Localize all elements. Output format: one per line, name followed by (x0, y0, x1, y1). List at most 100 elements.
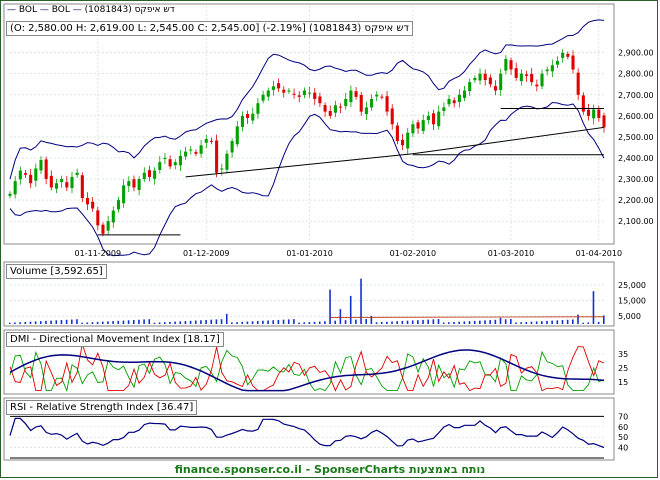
volume-bar (241, 321, 244, 324)
volume-bar (535, 321, 538, 324)
volume-bar (210, 319, 213, 324)
volume-bar (153, 322, 156, 324)
volume-bar (324, 321, 326, 324)
volume-bar (479, 320, 481, 324)
candle-body (142, 172, 146, 180)
volume-bar (587, 322, 590, 324)
volume-bar (515, 322, 517, 324)
candle-body (271, 86, 275, 90)
volume-bar (251, 321, 254, 324)
volume-bar (556, 320, 559, 324)
candle-body (18, 170, 22, 180)
volume-bar (489, 320, 491, 324)
volume-bar (520, 322, 522, 324)
candle-body (85, 197, 90, 205)
candle-body (395, 125, 399, 142)
candle-body (452, 100, 456, 104)
price-tick-label: 2,900.00 (618, 49, 654, 58)
candle-body (375, 94, 379, 97)
candle-body (483, 73, 487, 81)
date-tick-label: 01-11-2009 (75, 249, 122, 258)
volume-bar (45, 320, 47, 324)
volume-bar (355, 319, 357, 324)
legend-price: — (72, 5, 82, 15)
candle-body (447, 98, 451, 105)
volume-bar (9, 322, 11, 324)
volume-bar (386, 321, 388, 324)
candle-body (29, 174, 33, 184)
volume-bar (473, 320, 476, 324)
volume-tick-label: 15,000 (618, 297, 646, 306)
volume-bar (546, 320, 548, 324)
candle-body (457, 94, 461, 102)
candle-body (116, 200, 121, 210)
dmi-tick-label: 15 (618, 378, 628, 387)
volume-bar (132, 320, 135, 324)
volume-bar (194, 320, 197, 324)
volume-bar (458, 321, 460, 324)
candle-body (468, 82, 472, 92)
footer-credit: finance.sponser.co.il - SponserCharts נו… (174, 463, 486, 476)
candle-body (277, 83, 281, 89)
rsi-tick-label: 60 (618, 423, 628, 432)
legend-item-symbol: (1081843) דש איפקס (84, 5, 175, 15)
volume-bar (163, 322, 166, 324)
legend-band-lower: — (39, 5, 49, 15)
volume-bar (86, 322, 89, 324)
date-tick-label: 01-01-2010 (286, 249, 333, 258)
candle-body (225, 153, 229, 170)
volume-bar (468, 321, 471, 324)
volume-bar (525, 321, 528, 324)
date-tick-label: 01-12-2009 (183, 249, 230, 258)
volume-bar (504, 319, 507, 324)
candle-body (194, 152, 198, 154)
volume-bar (189, 320, 192, 324)
candle-body (432, 113, 436, 125)
volume-bar (200, 320, 202, 324)
rsi-label: RSI - Relative Strength Index [36.47] (6, 400, 198, 415)
candle-body (8, 193, 12, 196)
volume-bar (50, 320, 52, 324)
candle-body (514, 68, 518, 78)
volume-bar (463, 321, 466, 324)
price-tick-label: 2,200.00 (618, 196, 654, 205)
price-tick-label: 2,100.00 (618, 217, 654, 226)
volume-bar (267, 320, 269, 324)
volume-bar (101, 321, 104, 324)
volume-bar (158, 322, 161, 324)
candle-body (215, 140, 219, 173)
volume-bar (127, 320, 130, 324)
volume-bar (427, 319, 429, 324)
volume-bar (566, 319, 569, 324)
candle-body (504, 58, 508, 71)
volume-bar (437, 319, 440, 324)
candle-body (488, 77, 492, 85)
candle-body (153, 170, 157, 179)
candle-body (545, 69, 549, 72)
volume-bar (391, 321, 393, 324)
volume-bar (231, 322, 233, 324)
candle-body (240, 115, 244, 127)
candle-body (101, 224, 105, 234)
candle-body (323, 105, 327, 112)
candle-body (147, 170, 151, 177)
volume-bar (34, 321, 37, 324)
candle-body (209, 140, 213, 142)
volume-bar (205, 319, 207, 324)
candle-body (282, 89, 286, 93)
legend-band-upper: — (7, 5, 16, 15)
candle-body (91, 201, 95, 209)
candle-body (318, 96, 322, 104)
ohlc-label: (O: 2,580.00 H: 2,619.00 L: 2,545.00 C: … (6, 21, 413, 36)
candle-body (473, 77, 477, 81)
candle-body (493, 86, 498, 91)
dmi-tick-label: 35 (618, 350, 628, 359)
candle-body (411, 124, 415, 134)
candle-body (442, 107, 446, 111)
candle-body (266, 90, 270, 97)
volume-bar (215, 319, 218, 324)
candle-body (292, 93, 296, 95)
candle-body (235, 126, 239, 145)
candle-body (406, 132, 410, 149)
candle-body (49, 175, 53, 188)
